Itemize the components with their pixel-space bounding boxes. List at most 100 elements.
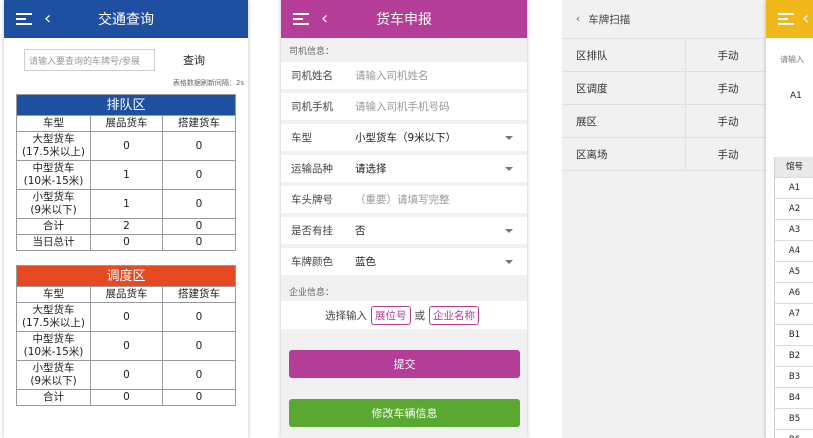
- field-label: 司机姓名: [291, 70, 333, 82]
- dispatch-section-title: 调度区: [15, 265, 237, 287]
- back-arrow-icon[interactable]: ‹: [802, 10, 809, 28]
- field-value[interactable]: 请选择: [355, 161, 387, 176]
- field-input[interactable]: 请输入司机姓名: [355, 68, 429, 83]
- form-row[interactable]: 车牌颜色 蓝色: [281, 248, 527, 275]
- scan-row[interactable]: 区排队 手动: [562, 38, 770, 72]
- traffic-query-screen: ‹ 交通查询 请输入要查询的车牌号/参展 查询 表格数据刷新间隔：2s 排队区 …: [4, 0, 248, 438]
- scan-mode-toggle[interactable]: 手动: [686, 114, 770, 129]
- hall-item[interactable]: B4: [775, 388, 813, 409]
- field-label: 司机手机: [291, 101, 333, 113]
- caret-down-icon[interactable]: [505, 260, 513, 264]
- hall-item[interactable]: B5: [775, 409, 813, 430]
- field-label: 车头牌号: [291, 194, 333, 206]
- scan-mode-toggle[interactable]: 手动: [686, 147, 770, 162]
- chevron-left-icon[interactable]: ‹: [576, 13, 580, 25]
- exhibit-count-cell: 0: [90, 302, 163, 332]
- scan-header: ‹ 车牌扫描: [562, 0, 770, 38]
- form-row[interactable]: 是否有挂 否: [281, 217, 527, 244]
- vehicle-type-cell: 中型货车 (10米-15米): [16, 331, 91, 361]
- column-header: 展品货车: [90, 286, 163, 303]
- scan-area-label: 展区: [562, 105, 686, 137]
- company-name-chip[interactable]: 企业名称: [429, 305, 479, 325]
- page-title: 货车申报: [376, 12, 432, 28]
- caret-down-icon[interactable]: [505, 229, 513, 233]
- submit-button[interactable]: 提交: [289, 350, 520, 378]
- build-count-cell: 0: [161, 331, 237, 361]
- scan-area-label: 区调度: [562, 72, 686, 104]
- build-count-cell: 0: [161, 302, 237, 332]
- table-header-row: 车型 展品货车 搭建货车: [16, 115, 237, 132]
- plate-search-input[interactable]: 请输入要查询的车牌号/参展: [24, 49, 155, 71]
- build-count-cell: 0: [161, 389, 237, 406]
- field-value[interactable]: 否: [355, 223, 366, 238]
- caret-down-icon[interactable]: [505, 167, 513, 171]
- exhibit-count-cell: 0: [90, 360, 163, 390]
- form-row[interactable]: 司机姓名 请输入司机姓名: [281, 62, 527, 89]
- hall-item[interactable]: A3: [775, 220, 813, 241]
- build-count-cell: 0: [161, 218, 237, 235]
- hall-list-header: 馆号: [775, 157, 813, 178]
- scan-mode-toggle[interactable]: 手动: [686, 48, 770, 63]
- form-row[interactable]: 司机手机 请输入司机手机号码: [281, 93, 527, 120]
- form-row[interactable]: 运输品种 请选择: [281, 155, 527, 182]
- vehicle-type-cell: 大型货车 (17.5米以上): [16, 302, 91, 332]
- company-section-label: 企业信息：: [289, 288, 335, 298]
- scan-mode-toggle[interactable]: 手动: [686, 81, 770, 96]
- refresh-note: 表格数据刷新间隔：2s: [172, 79, 244, 87]
- queue-table: 排队区 车型 展品货车 搭建货车 大型货车 (17.5米以上) 0 0 中型货车 (10米-…: [15, 94, 237, 251]
- menu-icon[interactable]: [778, 13, 794, 25]
- back-arrow-icon[interactable]: ‹: [321, 10, 328, 28]
- form-row[interactable]: 车头牌号 （重要）请填写完整: [281, 186, 527, 213]
- field-value[interactable]: 蓝色: [355, 254, 376, 269]
- build-count-cell: 0: [161, 189, 237, 219]
- field-label: 车牌颜色: [291, 256, 333, 268]
- table-row: 合计 0 0: [16, 389, 237, 406]
- exhibit-count-cell: 2: [90, 218, 163, 235]
- menu-icon[interactable]: [16, 13, 32, 25]
- dispatch-table: 调度区 车型 展品货车 搭建货车 大型货车 (17.5米以上) 0 0 中型货车 (10米-…: [15, 265, 237, 406]
- vehicle-type-cell: 大型货车 (17.5米以上): [16, 131, 91, 161]
- column-header: 展品货车: [90, 115, 163, 132]
- column-header: 车型: [16, 286, 91, 303]
- column-header: 搭建货车: [161, 286, 237, 303]
- menu-icon[interactable]: [293, 13, 309, 25]
- queue-section-title: 排队区: [15, 94, 237, 116]
- choose-input-label: 选择输入: [325, 309, 367, 322]
- vehicle-type-cell: 当日总计: [16, 234, 91, 251]
- hall-item[interactable]: A6: [775, 283, 813, 304]
- hall-item[interactable]: A5: [775, 262, 813, 283]
- modify-vehicle-button[interactable]: 修改车辆信息: [289, 399, 520, 427]
- build-count-cell: 0: [161, 234, 237, 251]
- field-value[interactable]: 小型货车（9米以下）: [355, 130, 456, 145]
- scan-area-label: 区离场: [562, 138, 686, 170]
- hall-item[interactable]: A2: [775, 199, 813, 220]
- hall-item[interactable]: A1: [775, 178, 813, 199]
- scan-row[interactable]: 区离场 手动: [562, 138, 770, 171]
- hall-item[interactable]: A4: [775, 241, 813, 262]
- hall-item[interactable]: A7: [775, 304, 813, 325]
- hall-search-input[interactable]: 请输入: [780, 54, 813, 65]
- field-input[interactable]: 请输入司机手机号码: [355, 99, 450, 114]
- hall-item[interactable]: B6: [775, 430, 813, 438]
- hall-screen: ‹ 请输入 A1 馆号 A1A2A3A4A5A6A7B1B2B3B4B5B6: [766, 0, 813, 438]
- form-row[interactable]: 车型 小型货车（9米以下）: [281, 124, 527, 151]
- caret-down-icon[interactable]: [505, 136, 513, 140]
- build-count-cell: 0: [161, 360, 237, 390]
- hall-item[interactable]: B3: [775, 367, 813, 388]
- current-hall: A1: [790, 91, 802, 101]
- scan-row[interactable]: 展区 手动: [562, 105, 770, 138]
- scan-row[interactable]: 区调度 手动: [562, 72, 770, 105]
- table-row: 中型货车 (10米-15米) 0 0: [16, 331, 237, 361]
- hall-item[interactable]: B1: [775, 325, 813, 346]
- column-header: 车型: [16, 115, 91, 132]
- booth-number-chip[interactable]: 展位号: [371, 305, 411, 325]
- table-row: 中型货车 (10米-15米) 1 0: [16, 160, 237, 190]
- declare-form: 司机姓名 请输入司机姓名司机手机 请输入司机手机号码车型 小型货车（9米以下） 运输品种…: [281, 62, 527, 275]
- table-row: 小型货车 (9米以下) 0 0: [16, 360, 237, 390]
- field-input[interactable]: （重要）请填写完整: [355, 192, 450, 207]
- hall-header: ‹: [766, 0, 813, 38]
- table-row: 小型货车 (9米以下) 1 0: [16, 189, 237, 219]
- search-button[interactable]: 查询: [183, 52, 205, 68]
- hall-item[interactable]: B2: [775, 346, 813, 367]
- back-arrow-icon[interactable]: ‹: [44, 10, 51, 28]
